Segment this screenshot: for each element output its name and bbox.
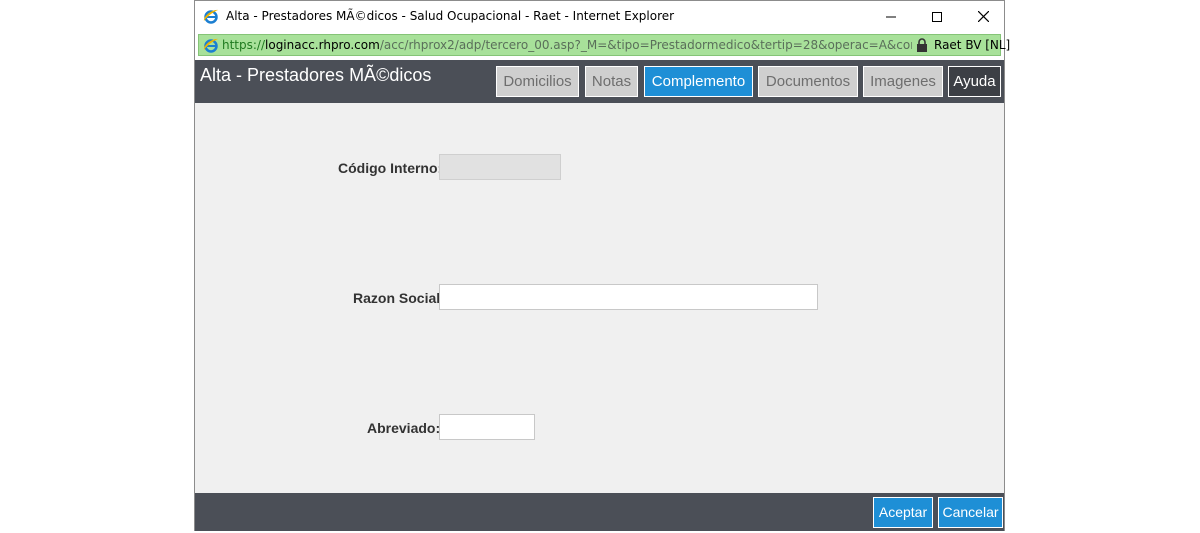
tab-documentos[interactable]: Documentos [758, 66, 858, 97]
close-icon [977, 11, 989, 22]
page-title: Alta - Prestadores MÃ©dicos [200, 65, 432, 85]
maximize-icon [932, 11, 942, 22]
app-header: Alta - Prestadores MÃ©dicos Domicilios N… [195, 60, 1004, 103]
certificate-label[interactable]: Raet BV [NL] [934, 38, 1010, 52]
window-title: Alta - Prestadores MÃ©dicos - Salud Ocup… [226, 9, 675, 23]
razon-social-input[interactable] [439, 284, 818, 310]
minimize-button[interactable] [868, 1, 914, 32]
tab-ayuda[interactable]: Ayuda [948, 66, 1001, 97]
accept-button[interactable]: Aceptar [873, 497, 933, 528]
minimize-icon [886, 16, 896, 17]
abreviado-label: Abreviado: [367, 420, 441, 436]
close-button[interactable] [960, 1, 1006, 32]
lock-icon[interactable] [916, 38, 928, 52]
url-text[interactable]: https://loginacc.rhpro.com/acc/rhprox2/a… [222, 38, 912, 52]
url-host: loginacc.rhpro.com [265, 38, 380, 52]
codigo-interno-label: Código Interno: [338, 160, 443, 176]
razon-social-label: Razon Social: [353, 290, 445, 306]
codigo-interno-input[interactable] [439, 154, 561, 180]
tab-imagenes[interactable]: Imagenes [863, 66, 943, 97]
maximize-button[interactable] [914, 1, 960, 32]
tab-domicilios[interactable]: Domicilios [496, 66, 579, 97]
url-path: /acc/rhprox2/adp/tercero_00.asp?_M=&tipo… [379, 38, 912, 52]
tab-complemento[interactable]: Complemento [644, 66, 753, 97]
tab-notas[interactable]: Notas [585, 66, 638, 97]
address-bar[interactable]: https://loginacc.rhpro.com/acc/rhprox2/a… [198, 34, 1010, 56]
title-bar: Alta - Prestadores MÃ©dicos - Salud Ocup… [195, 1, 1004, 32]
cancel-button[interactable]: Cancelar [938, 497, 1003, 528]
form-content: Código Interno: Razon Social: Abreviado: [195, 103, 1004, 493]
footer-bar: Aceptar Cancelar [195, 493, 1004, 531]
abreviado-input[interactable] [439, 414, 535, 440]
browser-window: Alta - Prestadores MÃ©dicos - Salud Ocup… [194, 0, 1010, 531]
internet-explorer-icon [203, 38, 218, 53]
url-protocol: https:// [222, 38, 266, 52]
internet-explorer-icon [203, 9, 218, 24]
